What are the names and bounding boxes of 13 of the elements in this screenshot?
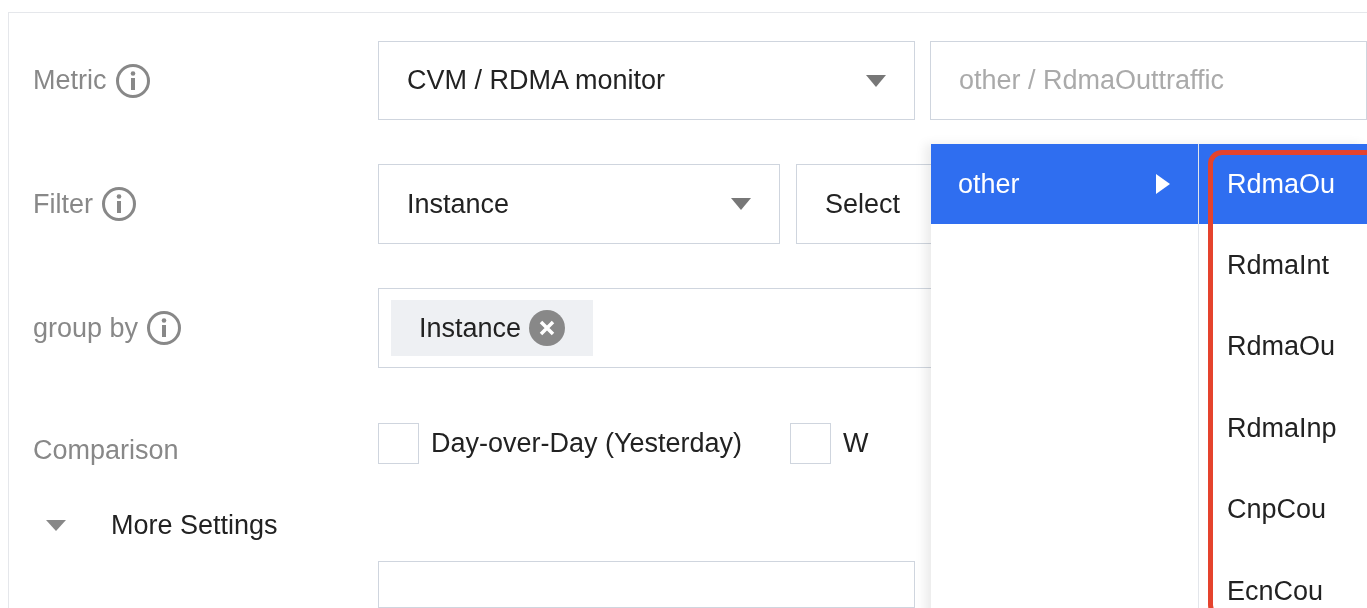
select-dropdown[interactable]: CVM / RDMA monitor	[378, 41, 915, 120]
checkbox-label[interactable]: Day-over-Day (Yesterday)	[431, 422, 743, 464]
field-label: Comparison	[33, 434, 179, 465]
checkbox-label[interactable]: W	[843, 422, 869, 464]
more-settings-toggle[interactable]: More Settings	[111, 504, 278, 546]
field-label: Filter	[33, 187, 93, 221]
select-dropdown[interactable]: Instance	[378, 164, 780, 244]
field-label: group by	[33, 311, 139, 345]
field-label: Metric	[33, 64, 107, 98]
input-field[interactable]: other / RdmaOuttraffic	[930, 41, 1367, 120]
tag: Instance	[391, 300, 594, 356]
menu-item[interactable]: other	[931, 144, 1198, 224]
menu-item[interactable]: RdmaOu	[1199, 144, 1367, 224]
